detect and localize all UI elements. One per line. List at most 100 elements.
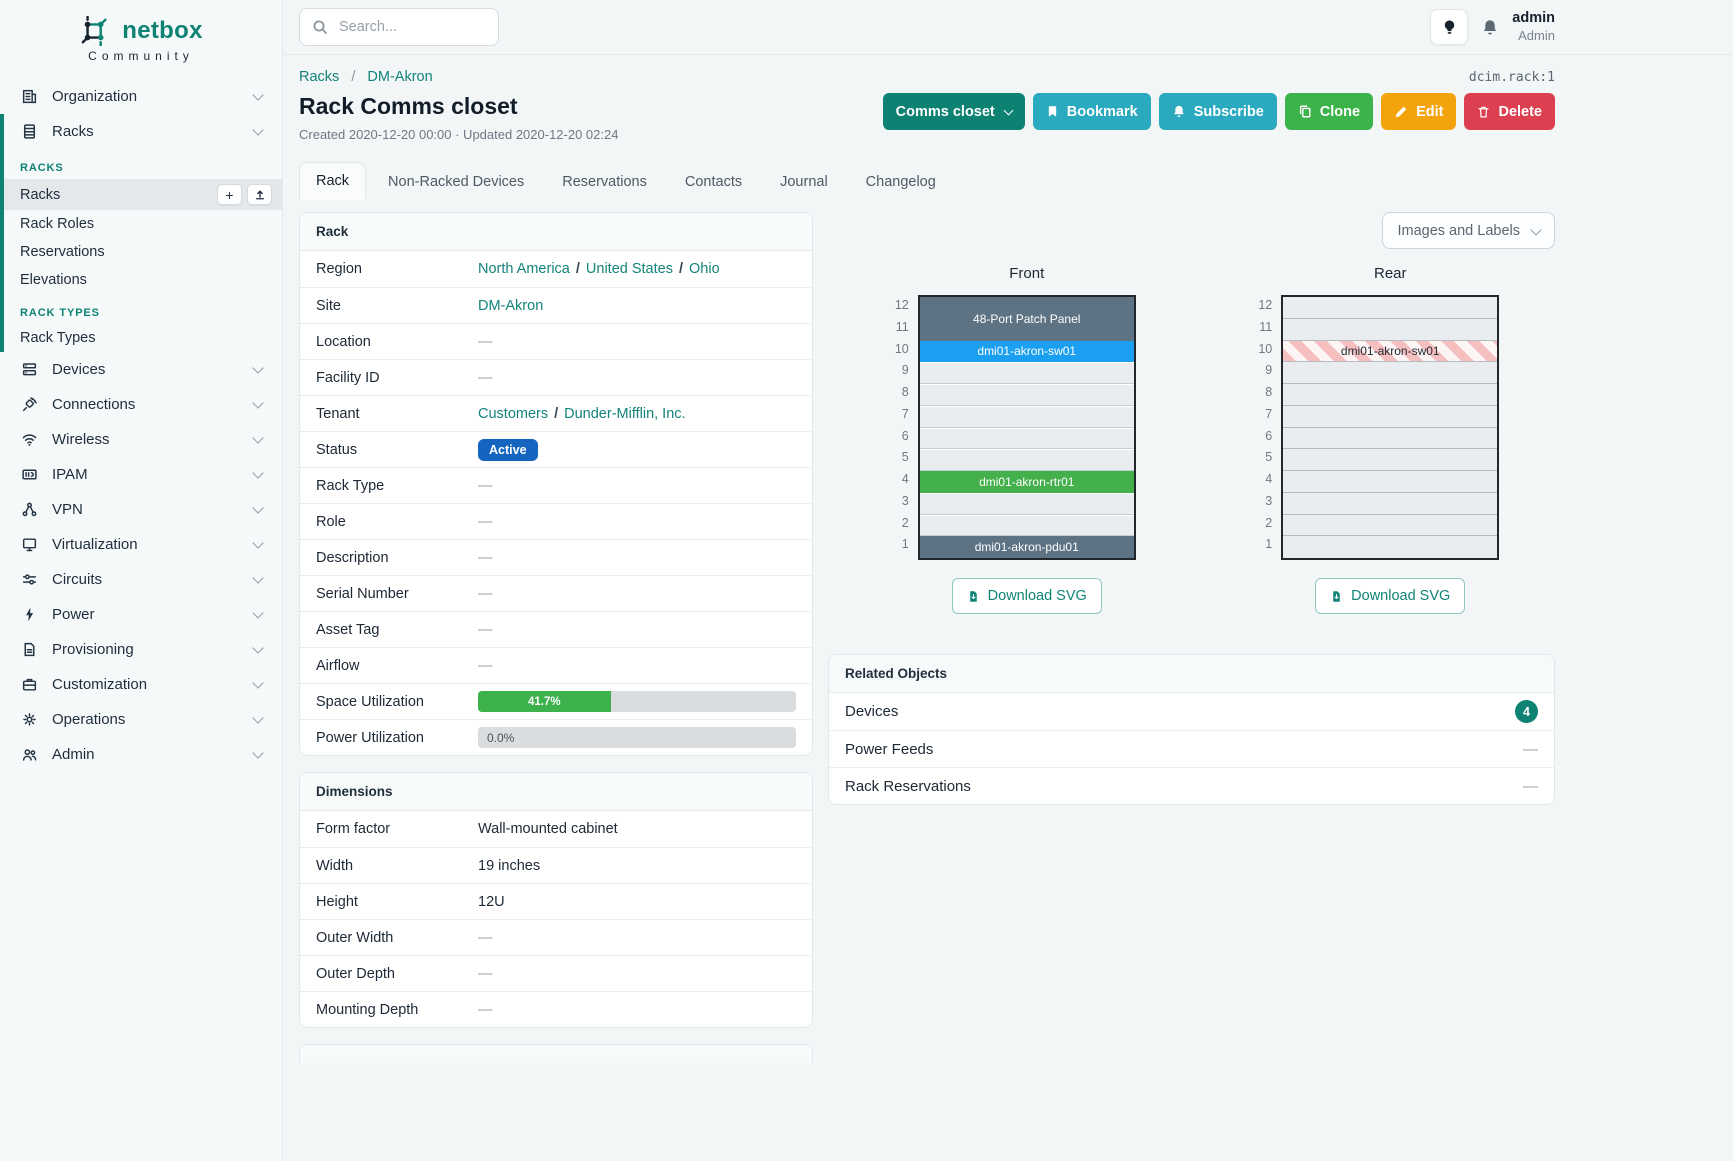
tab-journal[interactable]: Journal (764, 164, 844, 200)
clone-button[interactable]: Clone (1285, 93, 1373, 130)
related-row-value: — (1523, 778, 1538, 795)
sidebar-item-wireless[interactable]: Wireless (0, 422, 282, 457)
power-utilization-bar: 0.0% (478, 727, 796, 748)
sidebar-subitem-racks[interactable]: Racks + (4, 179, 282, 210)
sidebar-subitem-rack-types[interactable]: Rack Types (4, 324, 282, 352)
edit-button[interactable]: Edit (1381, 93, 1456, 130)
sidebar-item-customization[interactable]: Customization (0, 667, 282, 702)
notifications-button[interactable] (1481, 18, 1499, 37)
rack-unit-empty (1283, 536, 1497, 558)
sidebar-item-operations[interactable]: Operations (0, 702, 282, 737)
front-elevation: Front 121110987654321 48-Port Patch Pane… (828, 265, 1192, 614)
related-row-value: — (1523, 741, 1538, 758)
rack-unit-router[interactable]: dmi01-akron-rtr01 (920, 471, 1134, 493)
attr-value: — (478, 478, 493, 494)
sidebar-item-devices[interactable]: Devices (0, 352, 282, 387)
rack-unit-empty (920, 449, 1134, 471)
attr-row-width: Width 19 inches (300, 847, 812, 883)
tenant-group-link[interactable]: Customers (478, 406, 548, 422)
attr-label: Asset Tag (316, 622, 478, 638)
tab-changelog[interactable]: Changelog (850, 164, 952, 200)
related-row-power-feeds[interactable]: Power Feeds — (829, 730, 1554, 767)
sidebar-subitem-elevations[interactable]: Elevations (4, 266, 282, 294)
sidebar-subitem-label: Rack Types (20, 330, 96, 346)
tab-non-racked-devices[interactable]: Non-Racked Devices (372, 164, 540, 200)
page-title: Rack Comms closet (299, 93, 618, 120)
rack-unit-empty (920, 362, 1134, 384)
sidebar-subitem-reservations[interactable]: Reservations (4, 238, 282, 266)
download-svg-rear-button[interactable]: Download SVG (1315, 578, 1465, 614)
related-row-devices[interactable]: Devices 4 (829, 693, 1554, 730)
sidebar-item-admin[interactable]: Admin (0, 737, 282, 772)
elevation-view-select[interactable]: Images and Labels (1382, 212, 1555, 249)
customization-icon (20, 676, 38, 693)
chevron-down-icon (252, 607, 263, 618)
breadcrumb-link-racks[interactable]: Racks (299, 69, 339, 85)
attr-row-status: Status Active (300, 431, 812, 467)
attr-label: Location (316, 334, 478, 350)
search-input[interactable] (337, 18, 486, 36)
region-link[interactable]: United States (586, 261, 673, 277)
site-link[interactable]: DM-Akron (478, 298, 543, 314)
sidebar-item-organization[interactable]: Organization (0, 79, 282, 114)
tab-bar: Rack Non-Racked Devices Reservations Con… (299, 162, 1555, 200)
attr-label: Width (316, 858, 478, 874)
region-link[interactable]: Ohio (689, 261, 720, 277)
theme-toggle-button[interactable] (1430, 9, 1468, 45)
download-svg-front-button[interactable]: Download SVG (952, 578, 1102, 614)
quick-add-dropdown-button[interactable]: Comms closet (883, 93, 1025, 130)
sidebar-item-label: Virtualization (52, 536, 138, 553)
sidebar-item-virtualization[interactable]: Virtualization (0, 527, 282, 562)
rack-unit-empty (1283, 406, 1497, 428)
operations-icon (20, 711, 38, 728)
sidebar-item-power[interactable]: Power (0, 597, 282, 632)
rack-unit-switch-ghost[interactable]: dmi01-akron-sw01 (1283, 341, 1497, 363)
attr-label: Tenant (316, 406, 478, 422)
netbox-logo[interactable]: netbox Community (0, 12, 282, 79)
attr-row-space-utilization: Space Utilization 41.7% (300, 683, 812, 719)
add-rack-button[interactable]: + (217, 184, 242, 205)
subscribe-button[interactable]: Subscribe (1159, 93, 1277, 130)
object-identifier: dcim.rack:1 (1469, 70, 1555, 85)
tab-rack[interactable]: Rack (299, 162, 366, 200)
user-menu[interactable]: admin Admin (1512, 9, 1555, 45)
attr-label: Facility ID (316, 370, 478, 386)
attr-label: Power Utilization (316, 730, 478, 746)
search-icon (312, 19, 328, 35)
attr-label: Role (316, 514, 478, 530)
attr-value: — (478, 966, 493, 982)
sidebar-item-racks[interactable]: Racks (4, 114, 282, 149)
rack-unit-patch-panel[interactable]: 48-Port Patch Panel (920, 297, 1134, 341)
sidebar-item-label: Operations (52, 711, 125, 728)
tab-contacts[interactable]: Contacts (669, 164, 758, 200)
sidebar-item-vpn[interactable]: VPN (0, 492, 282, 527)
sidebar-item-ipam[interactable]: IPAM (0, 457, 282, 492)
chevron-down-icon (252, 572, 263, 583)
sidebar-item-label: Organization (52, 88, 137, 105)
related-row-rack-reservations[interactable]: Rack Reservations — (829, 767, 1554, 804)
sidebar-item-circuits[interactable]: Circuits (0, 562, 282, 597)
sidebar-item-provisioning[interactable]: Provisioning (0, 632, 282, 667)
attr-row-description: Description — (300, 539, 812, 575)
attr-row-mounting-depth: Mounting Depth — (300, 991, 812, 1027)
attr-row-power-utilization: Power Utilization 0.0% (300, 719, 812, 755)
user-role: Admin (1512, 28, 1555, 45)
rack-unit-pdu[interactable]: dmi01-akron-pdu01 (920, 536, 1134, 558)
rack-unit-empty (1283, 384, 1497, 406)
sidebar-item-label: Power (52, 606, 95, 623)
delete-button[interactable]: Delete (1464, 93, 1555, 130)
tab-reservations[interactable]: Reservations (546, 164, 663, 200)
rack-unit-switch[interactable]: dmi01-akron-sw01 (920, 341, 1134, 363)
clone-label: Clone (1320, 104, 1360, 120)
brand-tagline: Community (0, 49, 282, 63)
bookmark-button[interactable]: Bookmark (1033, 93, 1151, 130)
sidebar-item-connections[interactable]: Connections (0, 387, 282, 422)
import-racks-button[interactable] (247, 184, 272, 205)
attr-row-asset-tag: Asset Tag — (300, 611, 812, 647)
region-link[interactable]: North America (478, 261, 570, 277)
breadcrumb-link-site[interactable]: DM-Akron (367, 69, 432, 85)
rack-panel: Rack Region North America / United State… (299, 212, 813, 756)
sidebar-subitem-rack-roles[interactable]: Rack Roles (4, 210, 282, 238)
sidebar-item-label: Racks (52, 123, 94, 140)
tenant-link[interactable]: Dunder-Mifflin, Inc. (564, 406, 685, 422)
